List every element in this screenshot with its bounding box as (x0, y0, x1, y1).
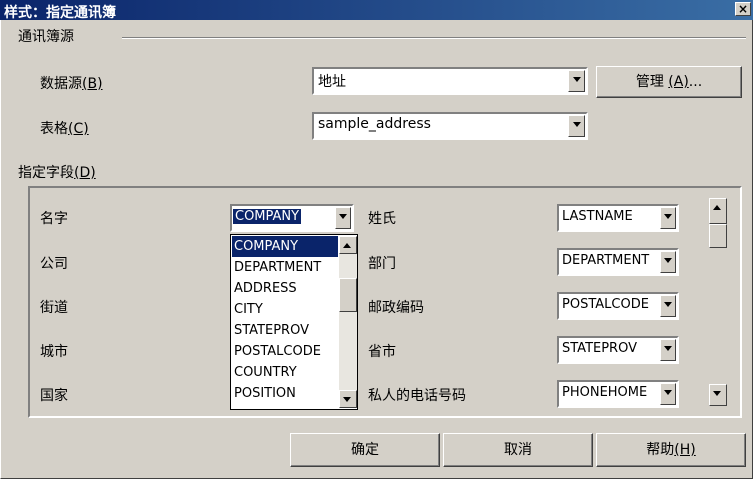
datasource-value: 地址 (318, 74, 346, 90)
chevron-down-icon[interactable] (660, 295, 676, 317)
source-group-text: 通讯簿源 (18, 29, 74, 45)
ok-label: 确定 (351, 442, 379, 458)
table-combo[interactable]: sample_address (312, 112, 588, 140)
chevron-down-icon[interactable] (568, 115, 585, 137)
postal-code-value: POSTALCODE (562, 297, 649, 312)
department-combo[interactable]: DEPARTMENT (557, 248, 679, 276)
chevron-down-icon[interactable] (660, 383, 676, 405)
field-label-country: 国家 (40, 388, 68, 404)
datasource-mnemonic: (B) (82, 76, 103, 92)
last-name-combo[interactable]: LASTNAME (557, 204, 679, 232)
chevron-down-icon[interactable] (568, 70, 585, 92)
field-label-department: 部门 (368, 256, 396, 272)
scroll-thumb[interactable] (339, 278, 357, 312)
ok-button[interactable]: 确定 (290, 433, 440, 467)
assign-fields-mnemonic: (D) (74, 165, 96, 181)
assign-fields-text: 指定字段 (18, 165, 74, 181)
list-item[interactable]: STATEPROV (232, 320, 338, 341)
separator (122, 37, 746, 39)
field-label-city: 城市 (40, 344, 68, 360)
scroll-down-icon[interactable] (339, 390, 357, 408)
scroll-thumb[interactable] (709, 224, 727, 248)
scroll-down-icon[interactable] (709, 384, 727, 406)
last-name-value: LASTNAME (562, 209, 633, 224)
scroll-up-icon[interactable] (709, 198, 727, 224)
list-item[interactable]: POSITION (232, 383, 338, 404)
datasource-label: 数据源(B) (40, 73, 103, 93)
postal-code-combo[interactable]: POSTALCODE (557, 292, 679, 320)
table-label: 表格(C) (40, 118, 89, 138)
field-label-state: 省市 (368, 344, 396, 360)
chevron-down-icon[interactable] (335, 207, 351, 229)
datasource-label-text: 数据源 (40, 76, 82, 92)
list-scrollbar[interactable] (339, 236, 357, 408)
list-item[interactable]: ADDRESS (232, 278, 338, 299)
manage-label: 管理 (635, 74, 664, 90)
field-label-home-phone: 私人的电话号码 (368, 388, 466, 404)
chevron-down-icon[interactable] (660, 339, 676, 361)
assign-fields-label: 指定字段(D) (18, 162, 96, 182)
manage-mnemonic: (A) (668, 74, 689, 90)
list-item[interactable]: COUNTRY (232, 362, 338, 383)
cancel-button[interactable]: 取消 (443, 433, 593, 467)
datasource-combo[interactable]: 地址 (312, 67, 588, 95)
list-item[interactable]: POSTALCODE (232, 341, 338, 362)
first-name-value: COMPANY (233, 209, 302, 224)
table-label-text: 表格 (40, 121, 68, 137)
home-phone-value: PHONEHOME (562, 385, 648, 400)
window-title: 样式：指定通讯簿 (4, 5, 116, 21)
help-label: 帮助 (646, 442, 675, 458)
state-value: STATEPROV (562, 341, 637, 356)
home-phone-combo[interactable]: PHONEHOME (557, 380, 679, 408)
source-group-label: 通讯簿源 (18, 26, 74, 46)
close-button[interactable]: × (735, 2, 751, 16)
field-label-street: 街道 (40, 300, 68, 316)
cancel-label: 取消 (504, 442, 532, 458)
dropdown-list[interactable]: COMPANY DEPARTMENT ADDRESS CITY STATEPRO… (230, 234, 358, 410)
list-item[interactable]: DEPARTMENT (232, 257, 338, 278)
field-label-postal-code: 邮政编码 (368, 300, 424, 316)
field-label-last-name: 姓氏 (368, 211, 396, 227)
list-item[interactable]: COMPANY (232, 236, 338, 257)
list-item[interactable]: CITY (232, 299, 338, 320)
close-icon: × (737, 2, 749, 16)
chevron-down-icon[interactable] (660, 207, 676, 229)
help-button[interactable]: 帮助(H) (596, 433, 746, 467)
scroll-up-icon[interactable] (339, 236, 357, 254)
manage-button[interactable]: 管理 (A)... (596, 66, 742, 98)
help-mnemonic: (H) (674, 442, 696, 458)
chevron-down-icon[interactable] (660, 251, 676, 273)
field-label-company: 公司 (40, 256, 68, 272)
fields-scrollbar[interactable] (707, 196, 729, 410)
field-label-first-name: 名字 (40, 211, 68, 227)
title-bar: 样式：指定通讯簿 × (0, 0, 753, 21)
first-name-combo[interactable]: COMPANY (230, 204, 354, 232)
manage-suffix: ... (688, 74, 703, 90)
table-mnemonic: (C) (68, 121, 89, 137)
department-value: DEPARTMENT (562, 253, 650, 268)
state-combo[interactable]: STATEPROV (557, 336, 679, 364)
table-value: sample_address (318, 116, 431, 132)
